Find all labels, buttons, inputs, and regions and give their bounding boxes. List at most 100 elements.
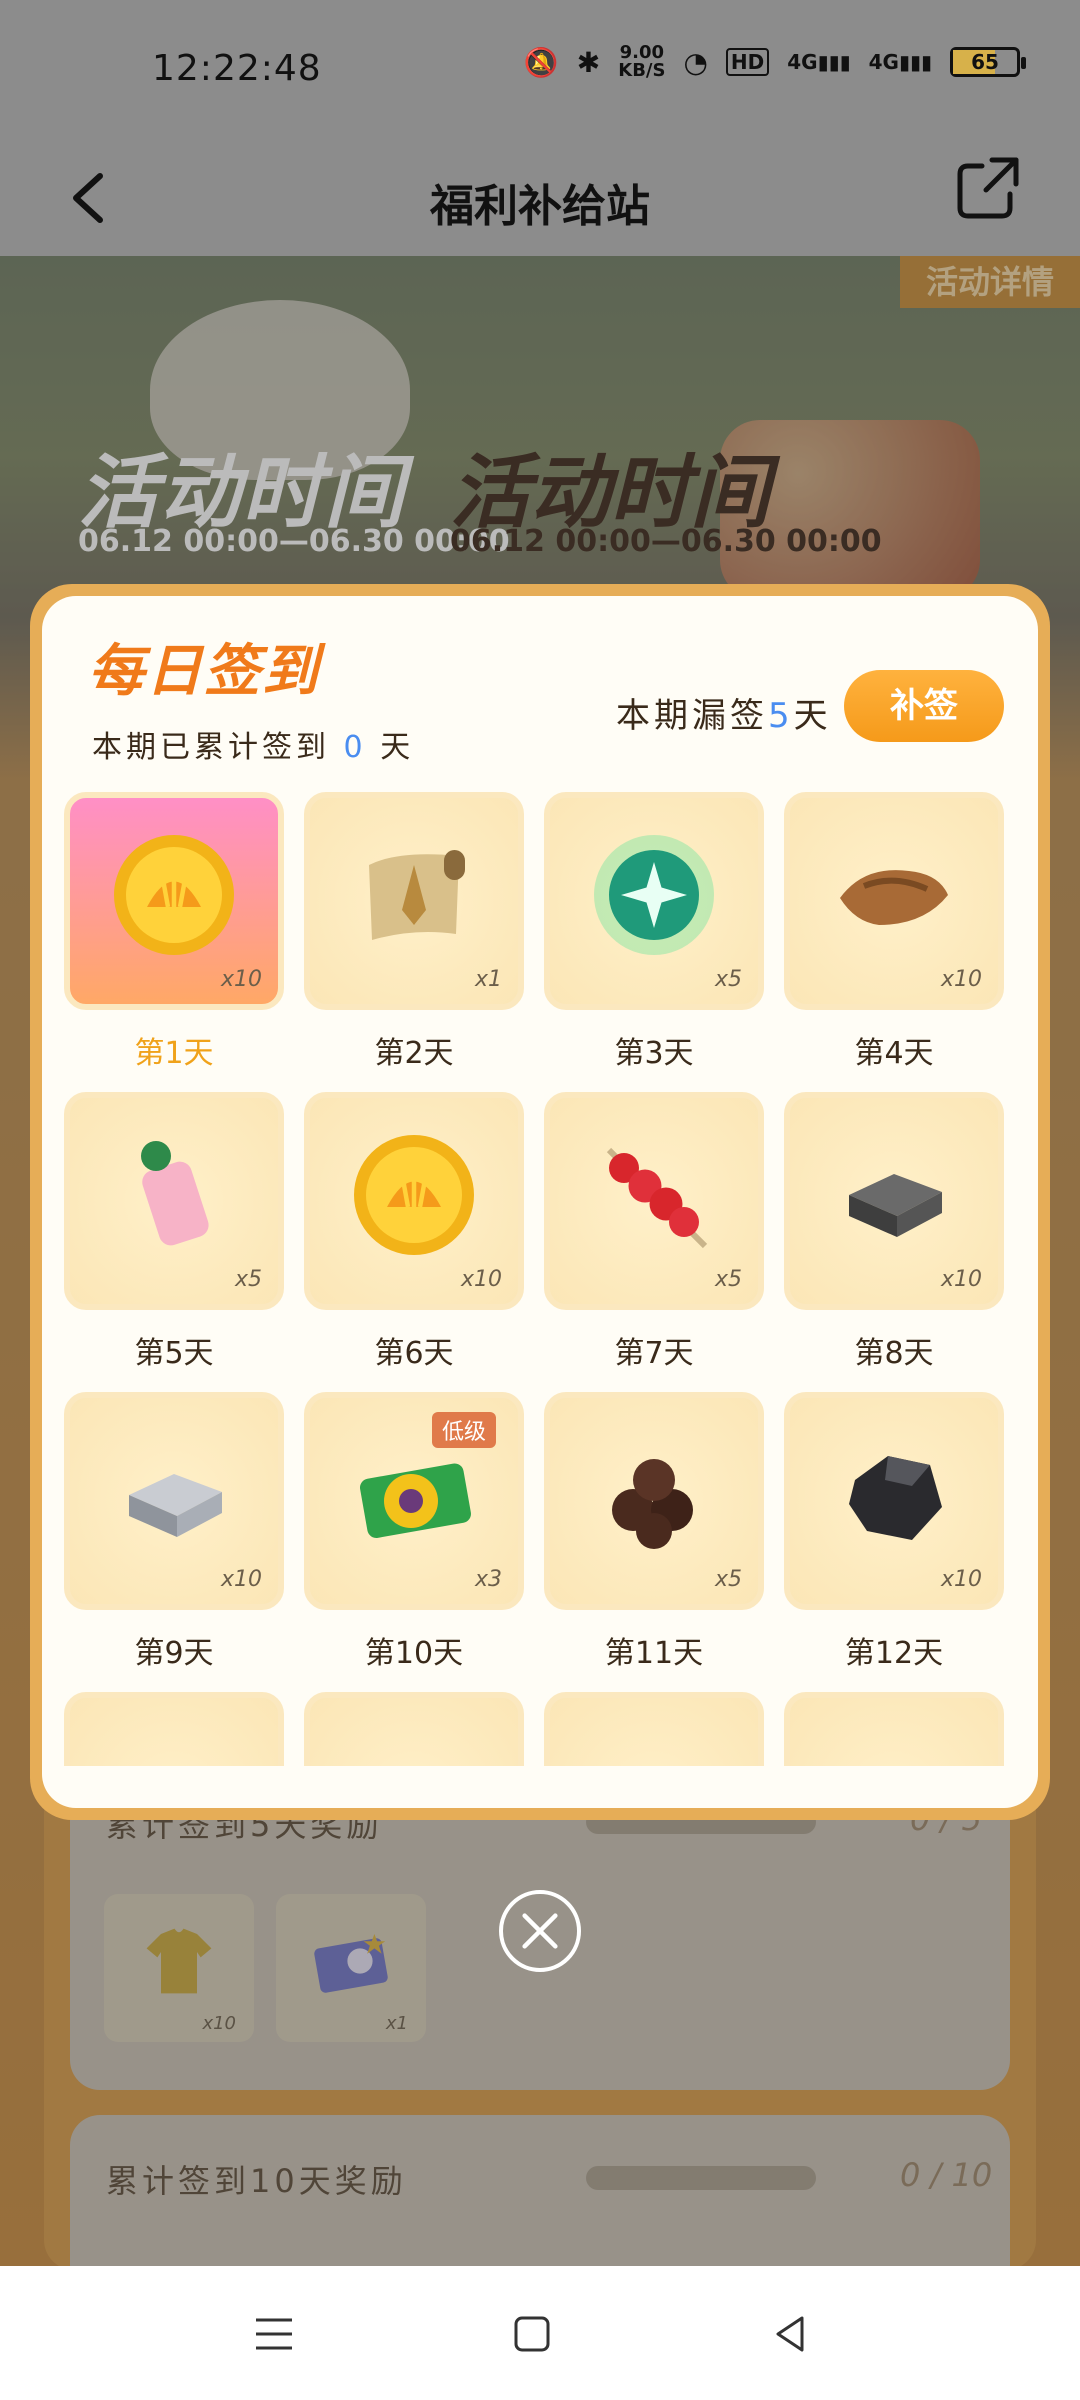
- makeup-checkin-button[interactable]: 补签: [844, 670, 1004, 742]
- close-icon[interactable]: [499, 1890, 581, 1972]
- status-bar: 12:22:48 🔕 ✱ 9.00 KB/S ◔ HD 4G▮▮▮ 4G▮▮▮ …: [0, 0, 1080, 140]
- reward-qty: x5: [714, 967, 742, 992]
- checkin-grid: x10 第1天 x1 第2天 x5 第3天 x10 第4天 x5 第5天 x10…: [64, 792, 1004, 1766]
- modal-title: 每日签到: [88, 639, 320, 704]
- shell-coin-icon: [354, 1135, 474, 1255]
- green-orb-icon: [594, 835, 714, 955]
- day-cell[interactable]: [304, 1692, 524, 1766]
- day-cell[interactable]: x10 第9天: [64, 1392, 284, 1672]
- reward-tile[interactable]: x10: [784, 1392, 1004, 1610]
- reward-tile[interactable]: [784, 1692, 1004, 1766]
- day-label: 第2天: [374, 1036, 454, 1071]
- reward-qty: x3: [474, 1567, 502, 1592]
- pink-bottle-icon: [141, 1141, 209, 1246]
- reward-tile[interactable]: x5: [544, 1392, 764, 1610]
- reward-tile[interactable]: [304, 1692, 524, 1766]
- home-icon[interactable]: [508, 2310, 556, 2358]
- reward-tile[interactable]: x5: [544, 792, 764, 1010]
- day-cell[interactable]: x10 第12天: [784, 1392, 1004, 1672]
- reward-qty: x5: [714, 1267, 742, 1292]
- day-cell[interactable]: x5 第11天: [544, 1392, 764, 1672]
- status-icons: 🔕 ✱ 9.00 KB/S ◔ HD 4G▮▮▮ 4G▮▮▮ 65: [523, 44, 1026, 80]
- modal-body: 每日签到 本期已累计签到 0 天 本期漏签5天 补签 x10 第1天 x1 第2…: [42, 596, 1038, 1808]
- net-speed: 9.00 KB/S: [618, 44, 665, 80]
- daily-checkin-modal: 每日签到 本期已累计签到 0 天 本期漏签5天 补签 x10 第1天 x1 第2…: [30, 584, 1050, 1820]
- reward-qty: x10: [220, 1567, 262, 1592]
- total-checkin-days: 0: [343, 730, 367, 765]
- reward-tile[interactable]: x5: [64, 1092, 284, 1310]
- day-label: 第11天: [604, 1636, 704, 1671]
- reward-tile[interactable]: [64, 1692, 284, 1766]
- reward-qty: x10: [940, 1267, 982, 1292]
- day-label: 第3天: [614, 1036, 694, 1071]
- reward-tile[interactable]: x10: [784, 792, 1004, 1010]
- signal-label-1: 4G: [787, 50, 818, 74]
- chocolate-balls-icon: [612, 1459, 693, 1549]
- battery-level: 65: [971, 50, 999, 74]
- missed-checkin-text: 本期漏签5天: [616, 688, 832, 737]
- shell-coin-icon: [114, 835, 234, 955]
- menu-icon[interactable]: [250, 2310, 298, 2358]
- day-label: 第9天: [134, 1636, 214, 1671]
- day-cell[interactable]: x5 第7天: [544, 1092, 764, 1372]
- day-cell[interactable]: x10 第8天: [784, 1092, 1004, 1372]
- reward-tile[interactable]: x10: [64, 1392, 284, 1610]
- day-cell[interactable]: x10 第1天: [64, 792, 284, 1072]
- leather-icon: [840, 870, 948, 925]
- missed-checkin-days: 5: [768, 696, 794, 736]
- reward-qty: x1: [474, 967, 502, 992]
- day-cell[interactable]: 低级 x3 第10天: [304, 1392, 524, 1672]
- silver-ingot-icon: [129, 1474, 222, 1537]
- day-label: 第5天: [134, 1336, 214, 1371]
- net-speed-unit: KB/S: [618, 60, 666, 81]
- bluetooth-icon: ✱: [576, 45, 601, 79]
- missed-checkin-suffix: 天: [793, 696, 832, 736]
- total-checkin-prefix: 本期已累计签到: [92, 730, 330, 765]
- iron-ingot-icon: [849, 1174, 942, 1237]
- hd-icon: HD: [725, 48, 770, 76]
- day-cell[interactable]: x10 第6天: [304, 1092, 524, 1372]
- reward-qty: x5: [714, 1567, 742, 1592]
- day-cell[interactable]: x1 第2天: [304, 792, 524, 1072]
- signal-label-2: 4G: [868, 50, 899, 74]
- page-title: 福利补给站: [430, 181, 650, 232]
- scroll-icon: [369, 850, 465, 940]
- back-triangle-icon[interactable]: [766, 2310, 814, 2358]
- mute-icon: 🔕: [523, 45, 559, 79]
- day-label: 第6天: [374, 1336, 454, 1371]
- missed-checkin-prefix: 本期漏签: [616, 696, 768, 736]
- reward-tile[interactable]: x10: [784, 1092, 1004, 1310]
- reward-tile[interactable]: [544, 1692, 764, 1766]
- total-checkin-suffix: 天: [380, 730, 415, 765]
- battery-icon: 65: [950, 47, 1026, 77]
- reward-qty: x10: [940, 967, 982, 992]
- nav-bar: 福利补给站: [0, 140, 1080, 256]
- reward-qty: x10: [940, 1567, 982, 1592]
- reward-qty: x10: [220, 967, 262, 992]
- day-label: 第7天: [614, 1336, 694, 1371]
- day-label: 第4天: [854, 1036, 934, 1071]
- day-label: 第1天: [134, 1036, 214, 1071]
- wifi-icon: ◔: [683, 45, 708, 79]
- reward-tile[interactable]: x5: [544, 1092, 764, 1310]
- share-icon[interactable]: [952, 152, 1024, 224]
- reward-tile[interactable]: x10: [304, 1092, 524, 1310]
- day-cell[interactable]: [544, 1692, 764, 1766]
- day-cell[interactable]: x5 第3天: [544, 792, 764, 1072]
- reward-tile[interactable]: x10: [64, 792, 284, 1010]
- day-cell[interactable]: x10 第4天: [784, 792, 1004, 1072]
- day-cell[interactable]: x5 第5天: [64, 1092, 284, 1372]
- system-nav-bar: [0, 2266, 1080, 2400]
- reward-tile[interactable]: x1: [304, 792, 524, 1010]
- reward-qty: x10: [460, 1267, 502, 1292]
- signal-icon-1: 4G▮▮▮: [787, 50, 851, 74]
- day-label: 第10天: [364, 1636, 464, 1671]
- sunflower-ticket-icon: [359, 1463, 471, 1538]
- day-cell[interactable]: [64, 1692, 284, 1766]
- coal-ore-icon: [849, 1456, 942, 1540]
- reward-qty: x5: [234, 1267, 262, 1292]
- reward-tile[interactable]: 低级 x3: [304, 1392, 524, 1610]
- day-cell[interactable]: [784, 1692, 1004, 1766]
- total-checkin-text: 本期已累计签到 0 天: [92, 722, 414, 766]
- status-time: 12:22:48: [152, 48, 322, 89]
